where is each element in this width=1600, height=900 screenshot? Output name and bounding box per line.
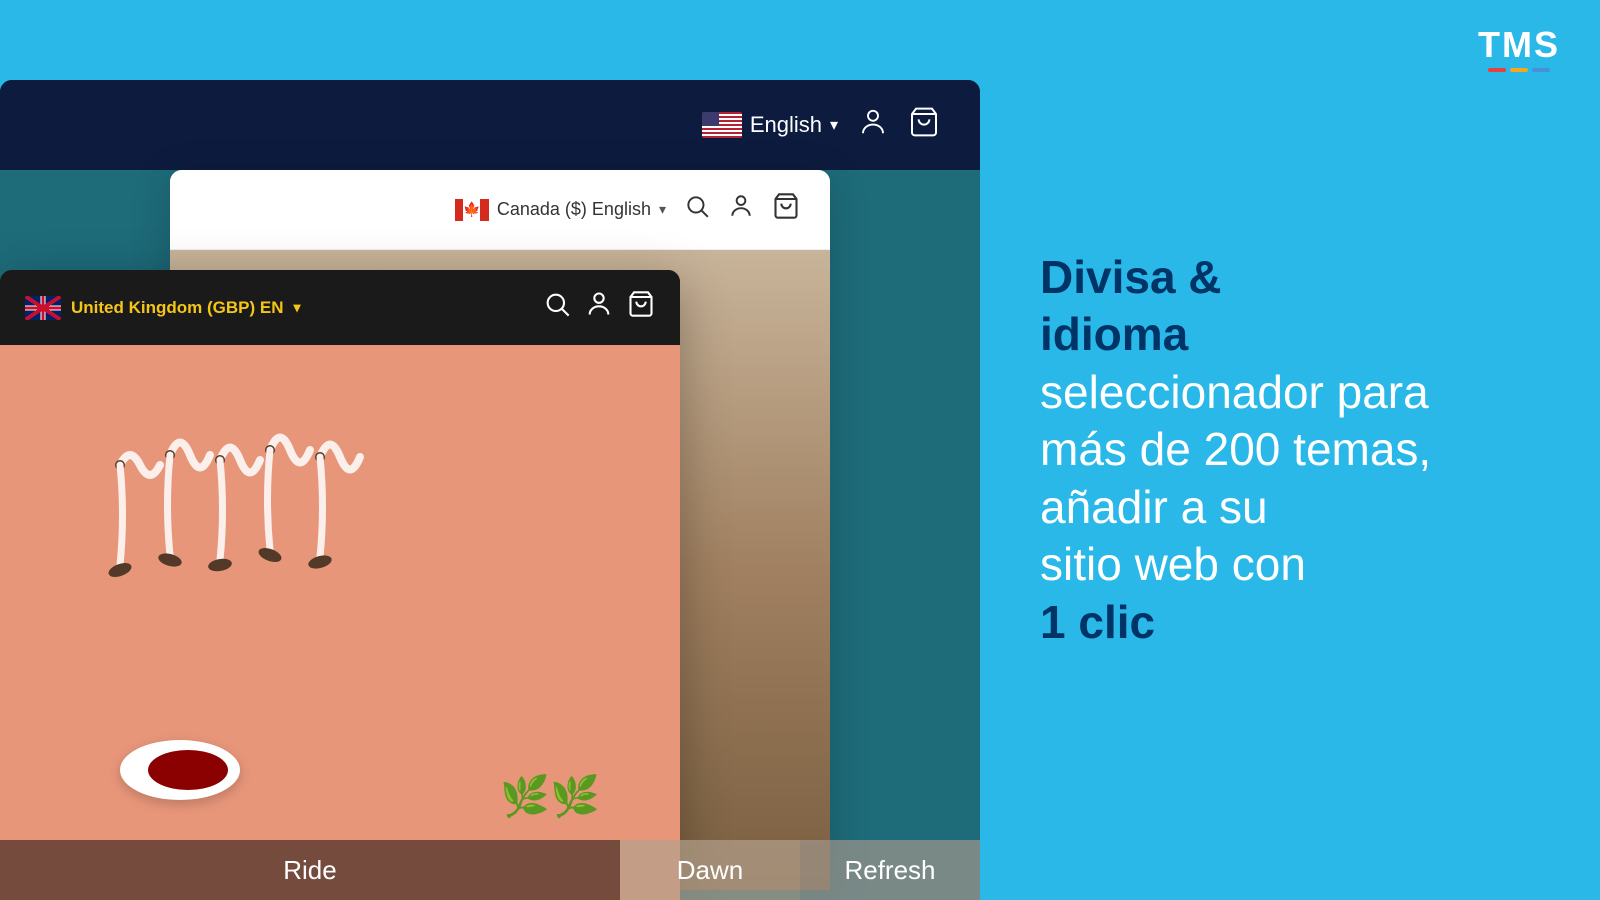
theme-labels: Ride Dawn Refresh <box>0 840 980 900</box>
browser-3-uk: United Kingdom (GBP) EN ▾ <box>0 270 680 900</box>
theme-ride-label: Ride <box>0 840 620 900</box>
language-selector-canada[interactable]: 🍁 Canada ($) English ▾ <box>455 199 666 221</box>
user-icon[interactable] <box>585 290 613 325</box>
food-illustration <box>40 385 420 685</box>
subtext-line1: seleccionador paramás de 200 temas,añadi… <box>1040 366 1431 591</box>
flag-ca-icon: 🍁 <box>455 199 489 221</box>
right-panel: Divisa &idioma seleccionador paramás de … <box>1000 0 1600 900</box>
chevron-down-icon: ▾ <box>830 115 838 135</box>
heading-divisa: Divisa &idioma <box>1040 251 1222 361</box>
tms-bar-blue <box>1532 68 1550 72</box>
theme-dawn-label: Dawn <box>620 840 800 900</box>
subtext-clic: 1 clic <box>1040 596 1155 648</box>
flag-us-icon <box>702 112 742 138</box>
cart-icon[interactable] <box>772 192 800 227</box>
language-selector-english[interactable]: English ▾ <box>702 112 838 138</box>
tms-logo-text: TMS <box>1478 24 1560 66</box>
sauce <box>148 750 228 790</box>
browser-3-body: 🌿🌿 <box>0 345 680 900</box>
language-selector-uk[interactable]: United Kingdom (GBP) EN ▾ <box>25 296 529 320</box>
flag-uk-icon <box>25 296 61 320</box>
cart-icon[interactable] <box>908 106 940 145</box>
tms-bar-red <box>1488 68 1506 72</box>
search-icon[interactable] <box>684 193 710 226</box>
tms-logo-underline <box>1488 68 1550 72</box>
browser-1-header: English ▾ <box>0 80 980 170</box>
theme-refresh-label: Refresh <box>800 840 980 900</box>
chevron-down-icon: ▾ <box>659 201 666 218</box>
english-label: English <box>750 112 822 138</box>
herbs: 🌿🌿 <box>500 773 600 820</box>
left-area: English ▾ <box>0 0 1000 900</box>
browser-2-header: 🍁 Canada ($) English ▾ <box>170 170 830 250</box>
tms-logo: TMS <box>1478 24 1560 72</box>
canada-lang-label: Canada ($) English <box>497 199 651 220</box>
uk-lang-label: United Kingdom (GBP) EN <box>71 298 283 318</box>
cart-icon[interactable] <box>627 290 655 325</box>
tms-bar-orange <box>1510 68 1528 72</box>
user-icon[interactable] <box>728 193 754 226</box>
browser-3-header: United Kingdom (GBP) EN ▾ <box>0 270 680 345</box>
search-icon[interactable] <box>543 290 571 325</box>
user-icon[interactable] <box>858 107 888 144</box>
marketing-text: Divisa &idioma seleccionador paramás de … <box>1040 249 1431 652</box>
chevron-down-icon: ▾ <box>293 299 300 316</box>
